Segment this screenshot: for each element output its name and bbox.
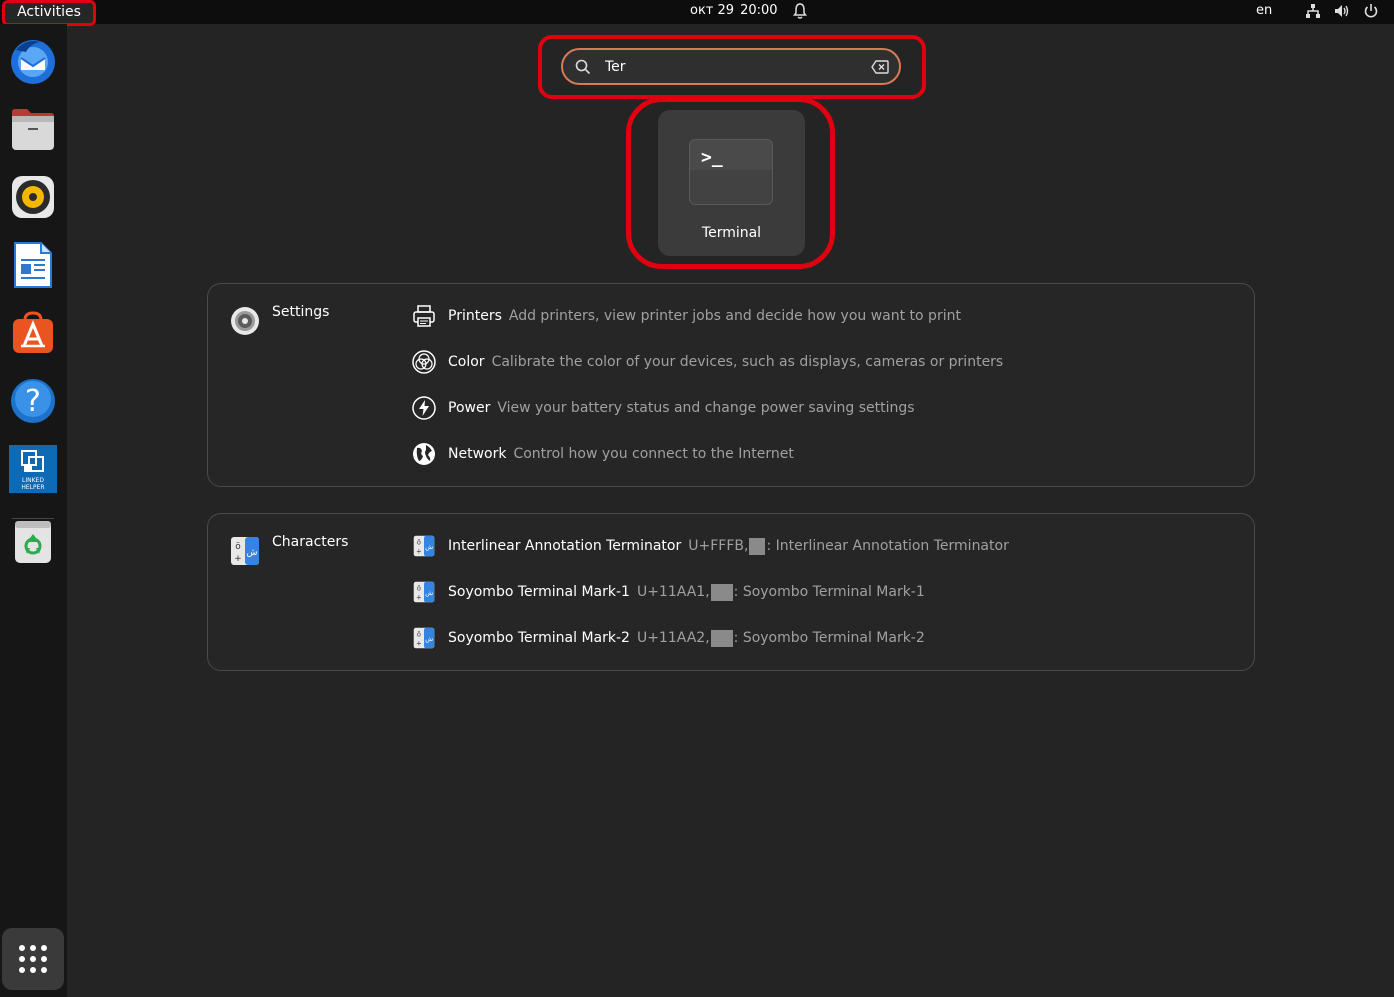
settings-results-panel: Settings Printers Add printers, view pri… — [207, 283, 1255, 487]
result-title: Soyombo Terminal Mark-1 — [448, 584, 630, 600]
dock-rhythmbox[interactable] — [8, 172, 58, 222]
result-title: Color — [448, 354, 485, 370]
svg-text:ش: ش — [425, 589, 433, 597]
dock-files[interactable] — [8, 104, 58, 154]
dock: ? LINKED HELPER — [0, 24, 67, 997]
result-character[interactable]: ö + ش Soyombo Terminal Mark-2 U+11AA2, : So… — [411, 625, 925, 651]
result-description: Calibrate the color of your devices, suc… — [491, 354, 1004, 370]
svg-text:ö: ö — [417, 585, 421, 593]
svg-text:ö: ö — [417, 631, 421, 639]
character-icon: ö + ش — [411, 625, 437, 651]
svg-text:+: + — [416, 639, 422, 647]
svg-text:ش: ش — [425, 543, 433, 551]
volume-icon — [1335, 5, 1349, 17]
result-code: U+11AA1, — [636, 584, 710, 600]
activities-button[interactable]: Activities — [2, 0, 96, 26]
dock-thunderbird[interactable] — [8, 36, 58, 86]
result-title: Interlinear Annotation Terminator — [448, 538, 682, 554]
result-character[interactable]: ö + ش Interlinear Annotation Terminator U+… — [411, 533, 1009, 559]
show-apps-button[interactable] — [2, 928, 64, 990]
language-indicator[interactable]: en — [1256, 3, 1272, 18]
result-description: : Interlinear Annotation Terminator — [766, 538, 1009, 554]
dock-software[interactable] — [8, 308, 58, 358]
provider-name-settings: Settings — [272, 304, 330, 320]
power-menu-icon — [1364, 4, 1378, 18]
svg-text:+: + — [234, 554, 242, 564]
app-result-terminal[interactable]: >_ Terminal — [658, 110, 805, 256]
characters-results-panel: ö + ش Characters ö + ش Interlinear Annotat… — [207, 513, 1255, 671]
result-description: : Soyombo Terminal Mark-2 — [733, 630, 925, 646]
result-network[interactable]: Network Control how you connect to the I… — [411, 441, 794, 467]
result-description: Add printers, view printer jobs and deci… — [508, 308, 961, 324]
time-label: 20:00 — [740, 3, 778, 18]
clock[interactable]: окт 29 20:00 — [690, 3, 778, 18]
rhythmbox-icon — [12, 176, 54, 218]
grid-icon — [19, 945, 47, 973]
clear-search-icon[interactable] — [871, 60, 889, 74]
characters-app-icon: ö + ش — [231, 537, 259, 565]
search-box[interactable] — [561, 48, 901, 85]
terminal-prompt: >_ — [701, 147, 723, 168]
result-code: U+11AA2, — [636, 630, 710, 646]
date-label: окт 29 — [690, 3, 735, 18]
svg-text:ö: ö — [417, 539, 421, 547]
dock-help[interactable]: ? — [8, 376, 58, 426]
search-icon — [575, 59, 591, 75]
svg-text:ö: ö — [235, 542, 241, 552]
result-title: Network — [448, 446, 507, 462]
terminal-icon: >_ — [689, 139, 773, 205]
trash-icon — [15, 521, 51, 563]
linked-helper-icon: LINKED HELPER — [9, 445, 57, 493]
svg-text:ش: ش — [425, 635, 433, 643]
glyph-placeholder — [749, 537, 766, 555]
bell-icon[interactable] — [792, 2, 808, 20]
result-color[interactable]: Color Calibrate the color of your device… — [411, 349, 1003, 375]
character-icon: ö + ش — [411, 533, 437, 559]
network-icon — [1306, 4, 1320, 18]
svg-text:HELPER: HELPER — [21, 484, 44, 491]
writer-icon — [14, 242, 52, 288]
result-title: Printers — [448, 308, 502, 324]
result-printers[interactable]: Printers Add printers, view printer jobs… — [411, 303, 961, 329]
app-label: Terminal — [701, 225, 762, 241]
result-title: Power — [448, 400, 491, 416]
provider-name-characters: Characters — [272, 534, 349, 550]
dock-writer[interactable] — [8, 240, 58, 290]
result-code: U+FFFB, — [688, 538, 749, 554]
svg-text:?: ? — [25, 384, 41, 419]
search-input[interactable] — [603, 54, 857, 80]
color-icon — [411, 349, 437, 375]
glyph-placeholder — [710, 583, 733, 601]
glyph-placeholder — [710, 629, 733, 647]
svg-text:+: + — [416, 593, 422, 601]
top-bar: Activities окт 29 20:00 en — [0, 0, 1394, 26]
svg-text:+: + — [416, 547, 422, 555]
result-description: Control how you connect to the Internet — [513, 446, 794, 462]
result-description: View your battery status and change powe… — [497, 400, 915, 416]
svg-text:ش: ش — [247, 548, 258, 558]
dock-trash[interactable] — [8, 516, 58, 566]
thunderbird-icon — [11, 40, 55, 84]
printer-icon — [411, 303, 437, 329]
character-icon: ö + ش — [411, 579, 437, 605]
dock-linked-helper[interactable]: LINKED HELPER — [8, 444, 58, 494]
result-power[interactable]: Power View your battery status and chang… — [411, 395, 915, 421]
help-icon: ? — [11, 379, 55, 423]
system-tray[interactable] — [1305, 3, 1386, 19]
files-icon — [12, 109, 54, 150]
globe-icon — [411, 441, 437, 467]
result-title: Soyombo Terminal Mark-2 — [448, 630, 630, 646]
settings-gear-icon — [231, 307, 259, 335]
power-icon — [411, 395, 437, 421]
result-description: : Soyombo Terminal Mark-1 — [733, 584, 925, 600]
result-character[interactable]: ö + ش Soyombo Terminal Mark-1 U+11AA1, : So… — [411, 579, 925, 605]
software-center-icon — [13, 311, 53, 353]
svg-text:LINKED: LINKED — [22, 477, 44, 484]
